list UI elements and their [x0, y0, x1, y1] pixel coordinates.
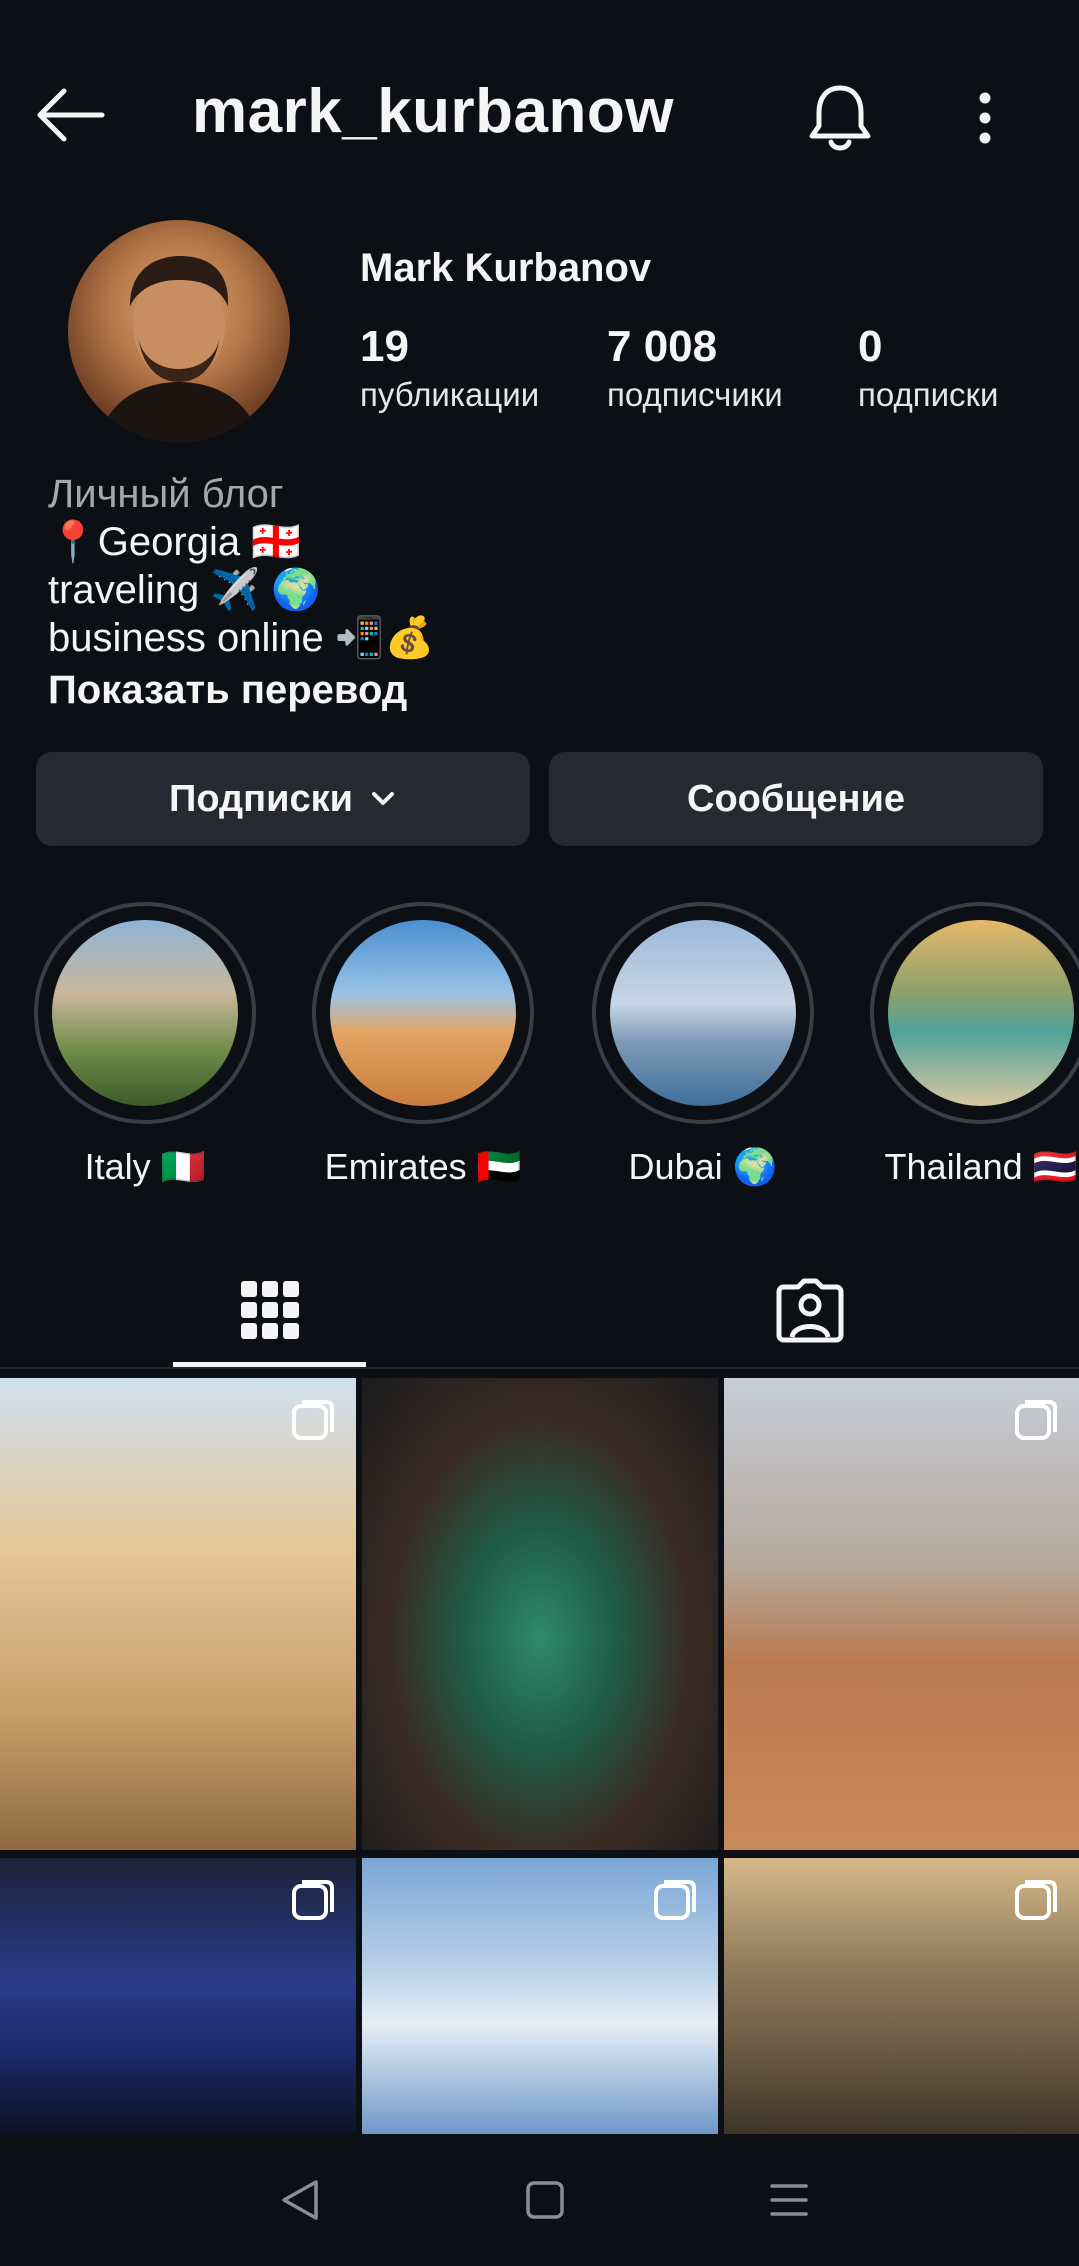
profile-full-name: Mark Kurbanov — [360, 246, 652, 290]
highlight-thailand[interactable]: Thailand 🇹🇭 — [868, 902, 1079, 1188]
multiple-photos-icon — [1015, 1880, 1057, 1920]
highlight-ring — [870, 902, 1079, 1124]
stat-followers-value: 7 008 — [607, 322, 718, 371]
stat-posts[interactable]: 19 публикации — [360, 322, 539, 414]
highlight-label: Emirates 🇦🇪 — [324, 1146, 522, 1187]
back-button[interactable] — [30, 80, 110, 150]
post-thumbnail[interactable] — [724, 1858, 1079, 2134]
highlight-italy[interactable]: Italy 🇮🇹 — [32, 902, 258, 1188]
avatar-portrait — [98, 256, 260, 442]
highlight-ring — [592, 902, 814, 1124]
highlight-emirates[interactable]: Emirates 🇦🇪 — [310, 902, 536, 1188]
more-options-button[interactable] — [955, 78, 1015, 158]
profile-avatar[interactable] — [68, 220, 290, 442]
highlight-cover — [330, 920, 516, 1106]
post-thumbnail[interactable] — [362, 1858, 718, 2134]
arrow-left-icon — [37, 88, 105, 142]
profile-bio: Личный блог 📍Georgia 🇬🇪 traveling ✈️ 🌍 b… — [48, 470, 434, 714]
post-thumbnail[interactable] — [0, 1858, 356, 2134]
profile-username: mark_kurbanow — [192, 77, 675, 146]
highlight-cover — [888, 920, 1074, 1106]
bio-line: business online 📲💰 — [48, 616, 435, 660]
bell-icon — [809, 85, 871, 151]
highlight-label: Italy 🇮🇹 — [84, 1146, 206, 1187]
post-thumbnail[interactable] — [362, 1378, 718, 1850]
multiple-photos-icon — [1015, 1400, 1057, 1440]
stat-posts-label: публикации — [360, 376, 540, 413]
tagged-person-icon — [776, 1278, 843, 1343]
nav-back-button[interactable] — [265, 2170, 335, 2230]
multiple-photos-icon — [292, 1880, 334, 1920]
highlight-cover — [610, 920, 796, 1106]
multiple-photos-icon — [654, 1880, 696, 1920]
bio-category: Личный блог — [48, 472, 284, 516]
notifications-button[interactable] — [800, 78, 880, 158]
menu-lines-icon — [770, 2184, 808, 2216]
nav-home-button[interactable] — [510, 2170, 580, 2230]
post-thumbnail[interactable] — [0, 1378, 356, 1850]
home-square-icon — [526, 2181, 564, 2219]
highlight-cover — [52, 920, 238, 1106]
highlight-dubai[interactable]: Dubai 🌍 — [590, 902, 816, 1188]
grid-icon — [240, 1281, 299, 1339]
message-button[interactable]: Сообщение — [549, 752, 1043, 846]
bio-line: 📍Georgia 🇬🇪 — [48, 520, 302, 564]
highlight-ring — [34, 902, 256, 1124]
more-vertical-icon — [979, 92, 991, 144]
stat-following-label: подписки — [858, 376, 999, 413]
show-translation-link[interactable]: Показать перевод — [48, 666, 434, 714]
highlight-label: Dubai 🌍 — [628, 1146, 778, 1187]
following-button-label: Подписки — [169, 777, 353, 820]
stat-posts-value: 19 — [360, 322, 409, 371]
multiple-photos-icon — [292, 1400, 334, 1440]
post-thumbnail[interactable] — [724, 1378, 1079, 1850]
tab-posts-grid[interactable] — [173, 1250, 366, 1370]
chevron-down-icon — [371, 792, 394, 805]
following-button[interactable]: Подписки — [36, 752, 530, 846]
stat-following-value: 0 — [858, 322, 883, 371]
tab-tagged[interactable] — [713, 1250, 906, 1370]
bio-line: traveling ✈️ 🌍 — [48, 568, 322, 612]
tab-divider — [0, 1367, 1079, 1369]
stat-followers[interactable]: 7 008 подписчики — [607, 322, 783, 414]
stat-followers-label: подписчики — [607, 376, 783, 413]
stat-following[interactable]: 0 подписки — [858, 322, 998, 414]
profile-header: mark_kurbanow — [0, 0, 1079, 230]
back-triangle-icon — [282, 2180, 318, 2220]
highlight-ring — [312, 902, 534, 1124]
highlight-label: Thailand 🇹🇭 — [884, 1146, 1078, 1187]
message-button-label: Сообщение — [687, 777, 905, 820]
nav-recents-button[interactable] — [754, 2170, 824, 2230]
